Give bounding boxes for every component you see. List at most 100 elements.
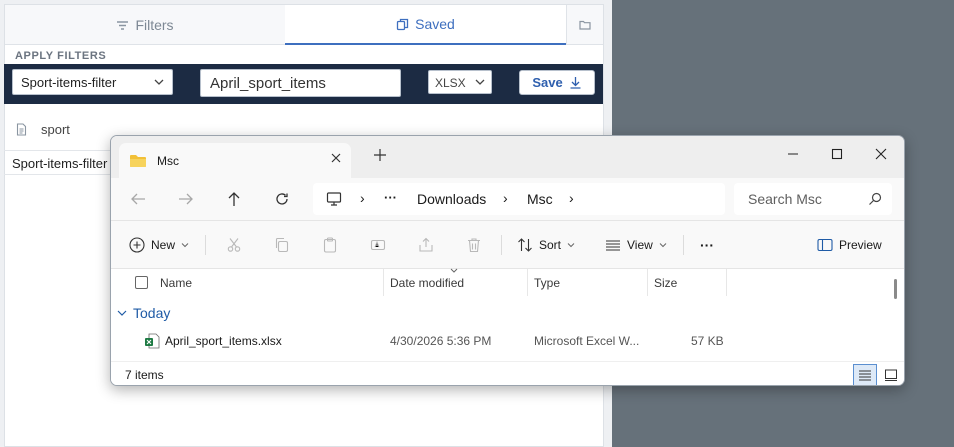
search-input[interactable]: Search Msc [734,183,892,215]
chevron-down-icon [475,79,485,85]
sort-icon [518,238,532,252]
file-list: Name Date modified Type Size Today April… [111,268,904,361]
tab-filters-label: Filters [135,17,174,33]
plus-icon[interactable] [373,148,387,162]
sort-button[interactable]: Sort [517,235,575,255]
tab-saved[interactable]: Saved [285,5,566,45]
navigation-bar: › ··· Downloads › Msc › Search Msc [111,178,904,220]
preview-button-label: Preview [839,238,882,252]
chevron-right-icon[interactable]: › [569,190,574,206]
section-title: APPLY FILTERS [15,50,107,62]
file-type: Microsoft Excel W... [534,334,640,348]
more-options-button[interactable]: ··· [700,235,714,255]
toolbar-divider [205,235,206,255]
column-date-modified[interactable]: Date modified [384,268,528,296]
clipboard-icon [323,237,337,253]
paste-button[interactable] [322,235,338,255]
close-icon[interactable] [330,152,342,164]
tab-filters[interactable]: Filters [5,5,285,45]
group-label: Today [133,305,171,321]
select-all-checkbox[interactable] [135,276,148,289]
tab-saved-label: Saved [415,16,455,32]
table-row[interactable]: April_sport_items.xlsx 4/30/2026 5:36 PM… [111,331,889,353]
document-icon [16,122,27,136]
close-icon [875,148,887,160]
copy-icon [396,18,409,30]
close-button[interactable] [859,140,903,168]
delete-button[interactable] [466,235,482,255]
file-explorer-window: Msc › ··· Downloads › Msc › Search Msc N… [110,135,905,386]
refresh-button[interactable] [270,189,294,209]
vertical-scrollbar[interactable] [894,279,897,299]
filter-tag[interactable]: Sport-items-filter [4,150,112,175]
title-bar: Msc [111,136,904,178]
explorer-tab-title: Msc [157,153,179,168]
format-select[interactable]: XLSX [428,70,492,94]
column-type-label: Type [534,275,561,290]
forward-button[interactable] [174,189,198,209]
cut-button[interactable] [226,235,242,255]
save-button[interactable]: Save [519,70,595,95]
toolbar-divider [683,235,684,255]
file-name-input[interactable] [200,69,401,97]
rename-button[interactable] [370,235,386,255]
chevron-down-icon [154,79,164,85]
tab-folder[interactable] [566,5,603,45]
arrow-left-icon [131,193,145,205]
copy-icon [275,237,289,253]
search-placeholder: Search Msc [748,191,822,207]
file-name: April_sport_items.xlsx [165,334,282,348]
arrow-right-icon [179,193,193,205]
export-bar: Sport-items-filter XLSX Save [4,64,603,104]
maximize-button[interactable] [815,140,859,168]
share-button[interactable] [418,235,434,255]
new-button[interactable]: New [129,235,189,255]
trash-icon [468,238,480,253]
filter-select[interactable]: Sport-items-filter [12,69,173,95]
sort-button-label: Sort [539,238,562,252]
items-count: 7 items [125,368,164,382]
rename-icon [370,239,386,251]
group-header-today[interactable]: Today [117,305,170,321]
column-name[interactable]: Name [129,269,384,296]
view-button[interactable]: View [605,235,667,255]
excel-file-icon [145,333,160,349]
chevron-right-icon[interactable]: › [360,190,365,206]
minimize-icon [788,153,798,155]
chevron-down-icon [117,310,127,316]
preview-pane-icon [817,238,833,252]
details-view-icon [859,370,871,381]
column-headers: Name Date modified Type Size [111,268,889,296]
breadcrumb-overflow[interactable]: ··· [384,190,397,205]
toolbar-divider [501,235,502,255]
sort-indicator-icon [450,268,458,273]
details-view-button[interactable] [853,364,877,385]
copy-button[interactable] [274,235,290,255]
column-type[interactable]: Type [528,269,648,296]
back-button[interactable] [126,189,150,209]
address-bar[interactable]: › ··· Downloads › Msc › [313,183,725,215]
chevron-right-icon[interactable]: › [503,190,508,206]
search-icon [869,192,882,205]
filter-select-value: Sport-items-filter [21,75,117,90]
minimize-button[interactable] [771,140,815,168]
column-name-label: Name [160,275,193,290]
file-size: 57 KB [691,334,724,348]
computer-icon[interactable] [326,192,342,206]
chevron-down-icon [567,243,575,248]
panel-tabs: Filters Saved [5,5,603,45]
view-button-label: View [627,238,653,252]
folder-icon [130,154,146,167]
tiles-view-button[interactable] [879,364,903,385]
format-select-value: XLSX [435,76,466,90]
explorer-tab[interactable]: Msc [119,143,351,178]
breadcrumb-downloads[interactable]: Downloads [417,191,486,207]
arrow-up-icon [228,192,240,206]
scissors-icon [227,238,241,252]
column-size[interactable]: Size [648,269,727,296]
preview-button[interactable]: Preview [817,235,882,255]
breadcrumb-msc[interactable]: Msc [527,191,553,207]
up-button[interactable] [222,189,246,209]
chevron-down-icon [659,243,667,248]
saved-item-label: sport [41,121,70,137]
